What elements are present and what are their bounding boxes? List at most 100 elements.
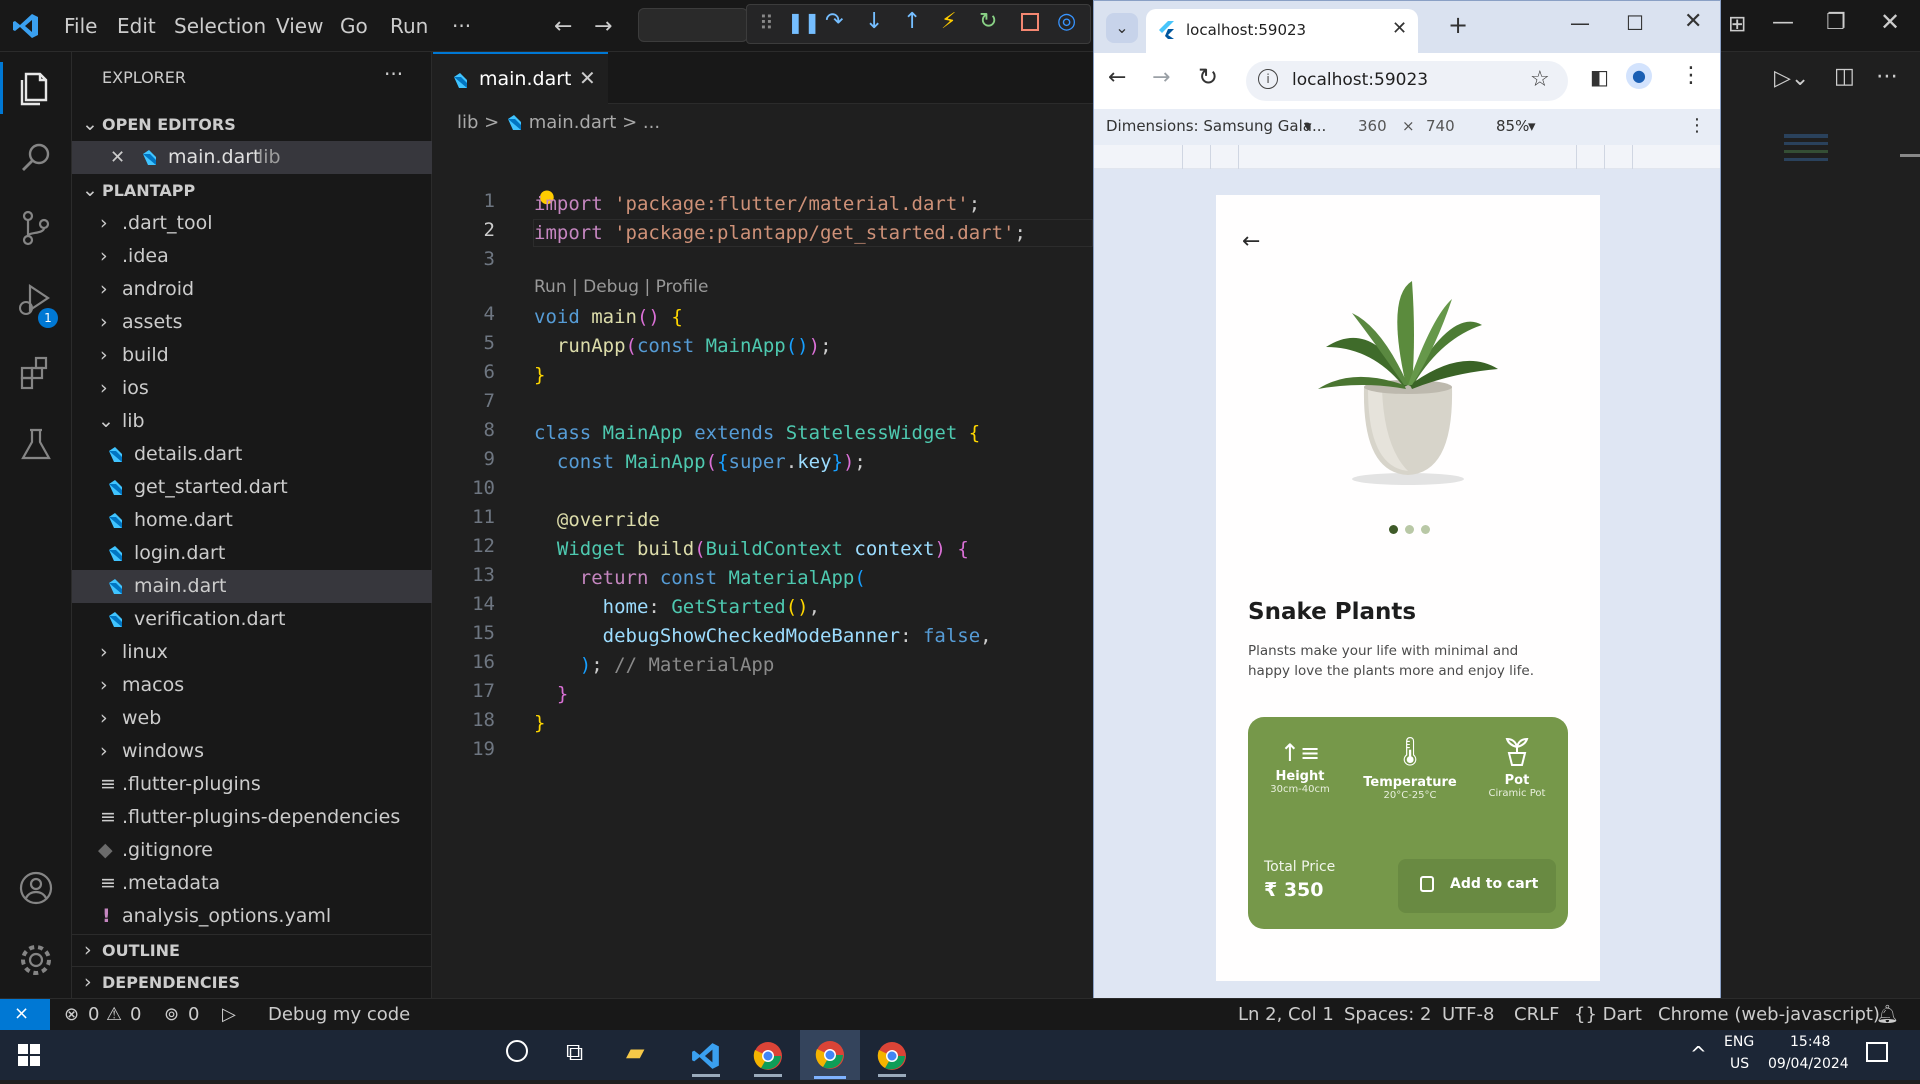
tree-file-analysis-options[interactable]: ! analysis_options.yaml: [72, 900, 432, 933]
add-to-cart-button[interactable]: Add to cart: [1398, 859, 1556, 913]
tab-main-dart[interactable]: main.dart ✕: [433, 52, 608, 105]
cursor-position[interactable]: Ln 2, Col 1: [1238, 1004, 1334, 1025]
device-target[interactable]: Chrome (web-javascript): [1658, 1004, 1880, 1025]
tree-folder-assets[interactable]: › assets: [72, 306, 432, 339]
more-actions-icon[interactable]: ⋯: [1876, 64, 1898, 89]
tree-folder-idea[interactable]: › .idea: [72, 240, 432, 273]
accounts-icon[interactable]: [14, 866, 58, 910]
tree-folder-web[interactable]: › web: [72, 702, 432, 735]
drag-handle-icon[interactable]: ⠿: [759, 11, 774, 35]
tab-search-icon[interactable]: ⌄: [1106, 13, 1138, 43]
source-control-icon[interactable]: [14, 206, 58, 250]
open-editor-item[interactable]: ✕ main.dart lib: [72, 141, 432, 174]
tree-file-verification[interactable]: verification.dart: [72, 603, 432, 636]
code-line-15[interactable]: debugShowCheckedModeBanner: false,: [534, 622, 992, 650]
device-height-field[interactable]: 740: [1426, 117, 1455, 135]
code-line-8[interactable]: class MainApp extends StatelessWidget {: [534, 419, 980, 447]
zoom-select[interactable]: 85%: [1496, 117, 1529, 135]
language-mode[interactable]: {} Dart: [1574, 1004, 1642, 1025]
extensions-icon[interactable]: [14, 350, 58, 394]
back-arrow-icon[interactable]: ←: [1242, 229, 1260, 254]
tree-folder-macos[interactable]: › macos: [72, 669, 432, 702]
code-line-2[interactable]: import 'package:plantapp/get_started.dar…: [534, 219, 1026, 247]
split-editor-icon[interactable]: ◫: [1834, 64, 1855, 89]
explorer-icon[interactable]: [14, 66, 58, 110]
task-view-icon[interactable]: ⧉: [566, 1038, 583, 1066]
command-center-search[interactable]: [638, 8, 748, 42]
forward-arrow-icon[interactable]: →: [594, 14, 612, 39]
back-arrow-icon[interactable]: ←: [554, 14, 572, 39]
minimize-icon[interactable]: —: [1570, 11, 1590, 35]
code-line-16[interactable]: ); // MaterialApp: [534, 651, 775, 679]
media-query-ruler[interactable]: [1094, 145, 1720, 169]
line-endings[interactable]: CRLF: [1514, 1004, 1559, 1025]
search-icon[interactable]: [14, 136, 58, 180]
browser-tab[interactable]: localhost:59023 ✕: [1146, 9, 1418, 53]
project-header[interactable]: ⌄ PLANTAPP: [72, 174, 432, 207]
menu-view[interactable]: View: [276, 14, 323, 38]
minimap[interactable]: [1784, 134, 1828, 168]
tree-file-get-started[interactable]: get_started.dart: [72, 471, 432, 504]
tree-file-main[interactable]: main.dart: [72, 570, 432, 603]
settings-gear-icon[interactable]: [14, 938, 58, 982]
tree-folder-dart-tool[interactable]: › .dart_tool: [72, 207, 432, 240]
code-line-14[interactable]: home: GetStarted(),: [534, 593, 820, 621]
new-tab-icon[interactable]: +: [1448, 11, 1468, 39]
menu-run[interactable]: Run: [390, 14, 428, 38]
close-tab-icon[interactable]: ✕: [1392, 18, 1407, 39]
tree-folder-android[interactable]: › android: [72, 273, 432, 306]
minimize-icon[interactable]: —: [1772, 10, 1794, 35]
tree-file-gitignore[interactable]: ◆ .gitignore: [72, 834, 432, 867]
tray-chevron-up-icon[interactable]: ^: [1690, 1042, 1707, 1066]
forward-arrow-icon[interactable]: →: [1152, 65, 1170, 90]
menu-selection[interactable]: Selection: [174, 14, 266, 38]
windows-start-icon[interactable]: [18, 1044, 40, 1066]
outline-header[interactable]: › OUTLINE: [72, 934, 432, 967]
code-line-13[interactable]: return const MaterialApp(: [534, 564, 866, 592]
tree-file-home[interactable]: home.dart: [72, 504, 432, 537]
tree-file-flutter-plugins[interactable]: ≡ .flutter-plugins: [72, 768, 432, 801]
profile-avatar-icon[interactable]: ●: [1626, 63, 1652, 89]
codelens-run-debug-profile[interactable]: Run | Debug | Profile: [534, 277, 708, 297]
remote-indicator[interactable]: ⨯: [0, 999, 50, 1031]
menu-edit[interactable]: Edit: [117, 14, 156, 38]
side-panel-icon[interactable]: ◧: [1590, 65, 1609, 89]
tree-file-login[interactable]: login.dart: [72, 537, 432, 570]
menu-more[interactable]: ···: [452, 14, 471, 38]
tree-folder-lib[interactable]: ⌄ lib: [72, 405, 432, 438]
menu-file[interactable]: File: [64, 14, 97, 38]
breadcrumb-folder[interactable]: lib: [457, 112, 478, 133]
page-dot[interactable]: [1421, 525, 1430, 534]
tree-file-flutter-plugins-deps[interactable]: ≡ .flutter-plugins-dependencies: [72, 801, 432, 834]
code-line-6[interactable]: }: [534, 361, 545, 389]
site-info-icon[interactable]: i: [1258, 69, 1278, 89]
hot-reload-icon[interactable]: ⚡: [941, 9, 956, 34]
testing-icon[interactable]: [14, 422, 58, 466]
explorer-more-button[interactable]: ···: [384, 62, 403, 86]
dropdown-caret-icon[interactable]: ▾: [1528, 117, 1536, 135]
clock-time[interactable]: 15:48: [1790, 1034, 1830, 1050]
chrome-taskbar-icon-active[interactable]: [800, 1030, 860, 1080]
menu-go[interactable]: Go: [340, 14, 368, 38]
search-circle-icon[interactable]: [506, 1040, 528, 1062]
notifications-bell-icon[interactable]: 🔔︎: [1876, 1004, 1899, 1025]
chrome-taskbar-icon-2[interactable]: [868, 1036, 916, 1077]
dependencies-header[interactable]: › DEPENDENCIES: [72, 966, 432, 999]
tree-folder-ios[interactable]: › ios: [72, 372, 432, 405]
close-window-icon[interactable]: ✕: [1684, 9, 1702, 34]
close-window-icon[interactable]: ✕: [1880, 8, 1900, 36]
code-line-12[interactable]: Widget build(BuildContext context) {: [534, 535, 969, 563]
step-over-icon[interactable]: ↷: [825, 9, 843, 34]
code-line-17[interactable]: }: [534, 680, 568, 708]
restore-icon[interactable]: ❐: [1826, 10, 1846, 35]
tree-folder-linux[interactable]: › linux: [72, 636, 432, 669]
code-line-4[interactable]: void main() {: [534, 303, 683, 331]
indentation[interactable]: Spaces: 2: [1344, 1004, 1431, 1025]
warning-count[interactable]: 0: [130, 1004, 141, 1025]
code-line-5[interactable]: runApp(const MainApp());: [534, 332, 832, 360]
code-line-1[interactable]: import 'package:flutter/material.dart';: [534, 190, 980, 218]
breadcrumb-symbol[interactable]: ...: [643, 112, 660, 133]
tree-file-metadata[interactable]: ≡ .metadata: [72, 867, 432, 900]
dropdown-caret-icon[interactable]: ▾: [1304, 117, 1312, 135]
tree-file-details[interactable]: details.dart: [72, 438, 432, 471]
